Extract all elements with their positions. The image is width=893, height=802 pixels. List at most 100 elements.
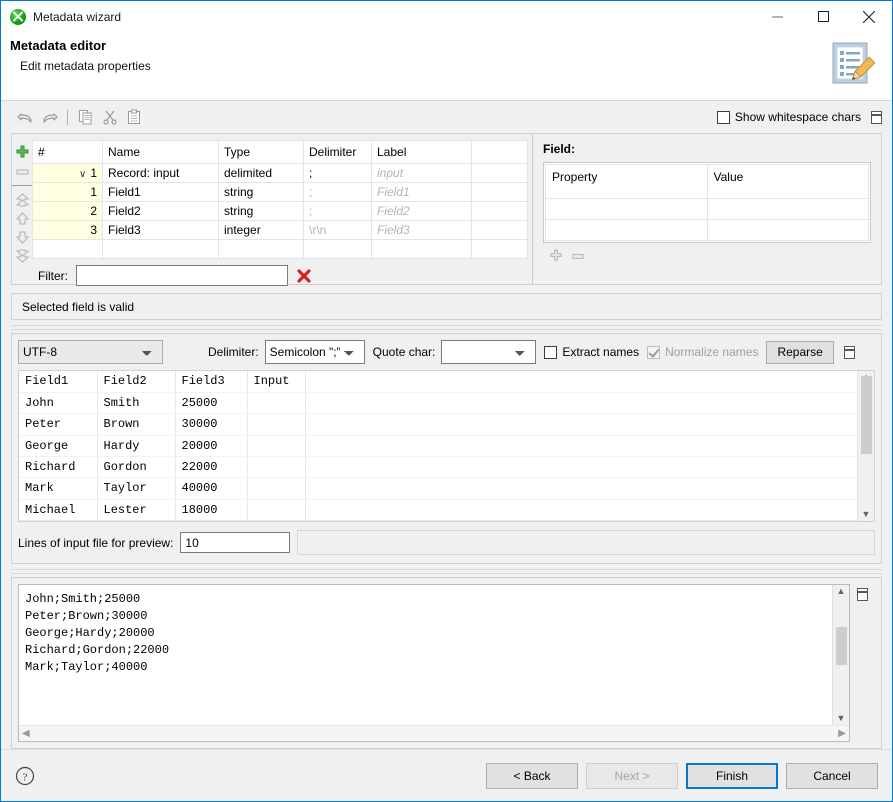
sash-divider-bottom[interactable] <box>11 569 882 574</box>
scroll-right-arrow-icon[interactable]: ▶ <box>838 728 846 739</box>
cell-spacer <box>472 221 528 240</box>
cell-num: 3 <box>33 221 103 240</box>
preview-row[interactable]: Richard Gordon 22000 <box>19 456 857 477</box>
maximize-icon[interactable] <box>800 1 846 32</box>
cell-name[interactable]: Field1 <box>103 183 219 202</box>
props-row-empty[interactable] <box>546 199 869 220</box>
copy-icon[interactable] <box>74 106 98 128</box>
scroll-down-arrow-icon[interactable]: ▼ <box>837 714 846 723</box>
raw-horizontal-scrollbar[interactable]: ◀ ▶ <box>19 725 849 741</box>
cell-delimiter[interactable]: ; <box>304 183 372 202</box>
quote-char-select[interactable] <box>441 340 536 364</box>
expander-caret-icon[interactable]: ∨ <box>79 169 86 180</box>
cell-name[interactable]: Field2 <box>103 202 219 221</box>
preview-cell: Mark <box>19 478 97 499</box>
cell-delimiter[interactable]: \r\n <box>304 221 372 240</box>
col-header-type[interactable]: Type <box>219 141 304 164</box>
properties-box: Property Value <box>543 162 871 243</box>
undo-icon[interactable] <box>13 106 37 128</box>
back-button[interactable]: < Back <box>486 763 578 789</box>
preview-col-header[interactable]: Field1 <box>19 371 97 392</box>
cell-type[interactable]: integer <box>219 221 304 240</box>
filter-input[interactable] <box>76 265 288 286</box>
props-row-empty[interactable] <box>546 220 869 241</box>
raw-text-box[interactable]: John;Smith;25000 Peter;Brown;30000 Georg… <box>18 584 850 742</box>
lines-input[interactable] <box>180 532 290 553</box>
wizard-body: Show whitespace chars <box>1 101 892 749</box>
remove-property-icon[interactable] <box>571 249 585 266</box>
table-row[interactable]: 3 Field3 integer \r\n Field3 <box>33 221 528 240</box>
scrollbar-thumb[interactable] <box>861 376 872 454</box>
sash-divider-top[interactable] <box>11 325 882 330</box>
maximize-panel-icon[interactable] <box>857 588 868 601</box>
col-header-label[interactable]: Label <box>372 141 472 164</box>
table-row-empty[interactable] <box>33 240 528 259</box>
cell-label[interactable]: Field3 <box>372 221 472 240</box>
scroll-left-arrow-icon[interactable]: ◀ <box>22 728 30 739</box>
add-property-icon[interactable] <box>549 249 563 266</box>
table-row[interactable]: 2 Field2 string ; Field2 <box>33 202 528 221</box>
scrollbar-thumb[interactable] <box>836 627 847 665</box>
close-icon[interactable] <box>846 1 892 32</box>
scroll-down-arrow-icon[interactable]: ▼ <box>862 510 871 519</box>
field-list-toolbar <box>12 140 32 284</box>
checkbox-box <box>717 111 730 124</box>
cell-delimiter[interactable]: ; <box>304 202 372 221</box>
finish-button[interactable]: Finish <box>686 763 778 789</box>
cell-type[interactable]: string <box>219 202 304 221</box>
filter-label: Filter: <box>38 269 68 283</box>
cell-name[interactable]: Record: input <box>103 164 219 183</box>
add-field-icon[interactable] <box>12 144 32 161</box>
preview-row[interactable]: George Hardy 20000 <box>19 435 857 456</box>
col-header-property[interactable]: Property <box>546 165 708 199</box>
preview-col-header[interactable]: Field3 <box>175 371 247 392</box>
move-to-top-icon[interactable] <box>12 191 32 208</box>
footer-buttons: < Back Next > Finish Cancel <box>486 763 878 789</box>
scroll-up-arrow-icon[interactable]: ▲ <box>837 587 846 596</box>
cell-label[interactable]: input <box>372 164 472 183</box>
cell-type[interactable]: string <box>219 183 304 202</box>
table-row[interactable]: ∨1 Record: input delimited ; input <box>33 164 528 183</box>
col-header-value[interactable]: Value <box>707 165 869 199</box>
raw-text-content[interactable]: John;Smith;25000 Peter;Brown;30000 Georg… <box>19 585 832 725</box>
cut-icon[interactable] <box>98 106 122 128</box>
reparse-button[interactable]: Reparse <box>766 341 833 364</box>
cell-delimiter[interactable]: ; <box>304 164 372 183</box>
maximize-panel-icon[interactable] <box>871 111 882 124</box>
redo-icon[interactable] <box>37 106 61 128</box>
extract-names-checkbox[interactable]: Extract names <box>544 345 639 359</box>
move-to-bottom-icon[interactable] <box>12 248 32 265</box>
preview-row[interactable]: Michael Lester 18000 <box>19 499 857 520</box>
show-whitespace-checkbox[interactable]: Show whitespace chars <box>717 110 861 124</box>
cancel-button[interactable]: Cancel <box>786 763 878 789</box>
preview-table[interactable]: Field1 Field2 Field3 Input John Smith 25… <box>19 371 857 521</box>
move-down-icon[interactable] <box>12 229 32 246</box>
remove-field-icon[interactable] <box>12 163 32 180</box>
help-question-icon[interactable]: ? <box>15 766 35 786</box>
table-row[interactable]: 1 Field1 string ; Field1 <box>33 183 528 202</box>
metadata-table[interactable]: # Name Type Delimiter Label <box>32 140 528 259</box>
properties-table[interactable]: Property Value <box>545 164 869 241</box>
paste-icon[interactable] <box>122 106 146 128</box>
clear-filter-red-x-icon[interactable] <box>296 268 312 284</box>
preview-row[interactable]: Mark Taylor 40000 <box>19 478 857 499</box>
minimize-icon[interactable] <box>754 1 800 32</box>
preview-vertical-scrollbar[interactable]: ▲ ▼ <box>857 371 874 521</box>
maximize-panel-icon[interactable] <box>844 346 855 359</box>
col-header-name[interactable]: Name <box>103 141 219 164</box>
delimiter-select[interactable]: Semicolon ";" <box>265 340 365 364</box>
col-header-delimiter[interactable]: Delimiter <box>304 141 372 164</box>
col-header-num[interactable]: # <box>33 141 103 164</box>
preview-col-header[interactable]: Field2 <box>97 371 175 392</box>
cell-type[interactable]: delimited <box>219 164 304 183</box>
move-up-icon[interactable] <box>12 210 32 227</box>
preview-col-header[interactable]: Input <box>247 371 305 392</box>
encoding-select[interactable]: UTF-8 <box>18 340 163 364</box>
cell-label[interactable]: Field2 <box>372 202 472 221</box>
toolbar-separator <box>67 110 68 125</box>
cell-label[interactable]: Field1 <box>372 183 472 202</box>
preview-row[interactable]: John Smith 25000 <box>19 392 857 413</box>
preview-row[interactable]: Peter Brown 30000 <box>19 414 857 435</box>
raw-vertical-scrollbar[interactable]: ▲ ▼ <box>832 585 849 725</box>
cell-name[interactable]: Field3 <box>103 221 219 240</box>
